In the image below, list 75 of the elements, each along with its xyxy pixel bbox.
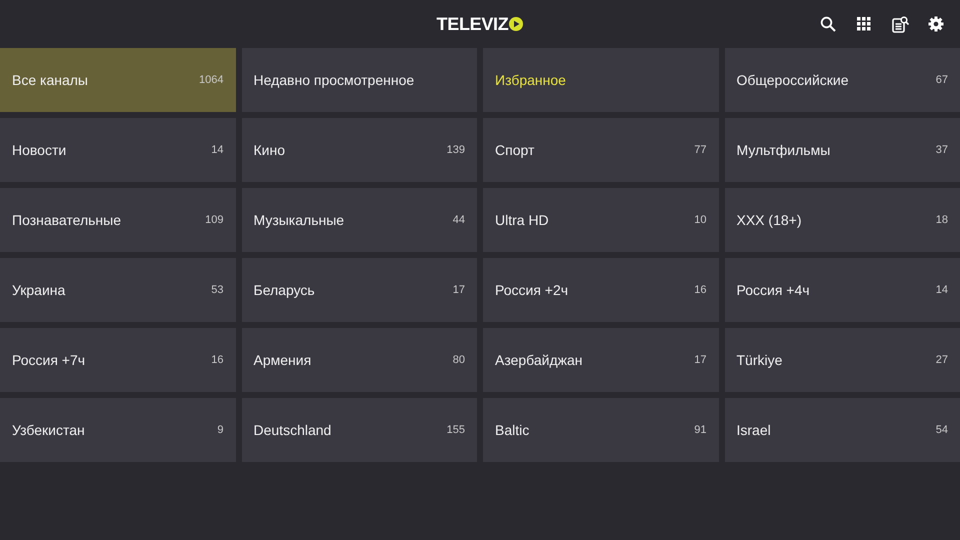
category-name: Избранное bbox=[495, 72, 566, 88]
channel-count: 77 bbox=[694, 144, 706, 156]
category-name: Познавательные bbox=[12, 212, 122, 228]
category-name: Армения bbox=[254, 352, 312, 368]
channel-count: 139 bbox=[446, 144, 465, 156]
category-name: Общероссийские bbox=[736, 72, 848, 88]
category-name: Музыкальные bbox=[254, 212, 344, 228]
category-name: Россия +2ч bbox=[495, 282, 568, 298]
category-tile[interactable]: Israel 54 bbox=[724, 398, 960, 462]
category-tile[interactable]: Ultra HD 10 bbox=[483, 188, 718, 252]
category-tile[interactable]: Deutschland 155 bbox=[242, 398, 477, 462]
category-name: Украина bbox=[12, 282, 66, 298]
category-name: Новости bbox=[12, 142, 66, 158]
channel-count: 14 bbox=[211, 144, 224, 156]
category-tile[interactable]: Мультфильмы 37 bbox=[724, 118, 960, 182]
category-tile[interactable]: Познавательные 109 bbox=[0, 188, 236, 252]
category-tile[interactable]: Все каналы 1064 bbox=[0, 48, 236, 112]
category-name: Israel bbox=[736, 422, 771, 438]
channel-count: 44 bbox=[452, 214, 465, 226]
category-tile[interactable]: Избранное bbox=[483, 48, 718, 112]
channel-count: 91 bbox=[694, 424, 706, 436]
category-name: Беларусь bbox=[254, 282, 315, 298]
channel-count: 18 bbox=[936, 214, 948, 226]
category-tile[interactable]: Беларусь 17 bbox=[242, 258, 477, 322]
category-name: Ultra HD bbox=[495, 212, 549, 228]
channel-count: 17 bbox=[694, 354, 706, 366]
channel-count: 54 bbox=[936, 424, 948, 436]
channel-count: 14 bbox=[936, 284, 948, 296]
search-icon[interactable] bbox=[818, 14, 838, 34]
category-name: Кино bbox=[254, 142, 285, 158]
category-name: Türkiye bbox=[736, 352, 782, 368]
channel-count: 9 bbox=[217, 424, 224, 436]
category-tile[interactable]: Baltic 91 bbox=[483, 398, 718, 462]
channel-count: 67 bbox=[936, 74, 948, 86]
category-name: Все каналы bbox=[12, 72, 88, 88]
category-tile[interactable]: XXX (18+) 18 bbox=[724, 188, 960, 252]
category-name: Россия +7ч bbox=[12, 352, 86, 368]
play-circle-icon bbox=[509, 17, 524, 31]
channel-count: 16 bbox=[211, 354, 224, 366]
category-tile[interactable]: Узбекистан 9 bbox=[0, 398, 236, 462]
category-tile[interactable]: Новости 14 bbox=[0, 118, 236, 182]
category-tile[interactable]: Россия +2ч 16 bbox=[483, 258, 718, 322]
category-name: Азербайджан bbox=[495, 352, 583, 368]
channel-count: 155 bbox=[446, 424, 465, 436]
channel-count: 16 bbox=[694, 284, 706, 296]
category-name: Мультфильмы bbox=[736, 142, 830, 158]
category-tile[interactable]: Спорт 77 bbox=[483, 118, 718, 182]
category-tile[interactable]: Недавно просмотренное bbox=[242, 48, 477, 112]
channel-count: 1064 bbox=[199, 74, 224, 86]
category-tile[interactable]: Азербайджан 17 bbox=[483, 328, 718, 392]
category-tile[interactable]: Украина 53 bbox=[0, 258, 236, 322]
channel-count: 80 bbox=[452, 354, 465, 366]
category-name: XXX (18+) bbox=[736, 212, 802, 228]
category-name: Baltic bbox=[495, 422, 530, 438]
category-name: Недавно просмотренное bbox=[254, 72, 414, 88]
category-tile[interactable]: Россия +7ч 16 bbox=[0, 328, 236, 392]
category-tile[interactable]: Армения 80 bbox=[242, 328, 477, 392]
category-tile[interactable]: Общероссийские 67 bbox=[724, 48, 960, 112]
category-name: Россия +4ч bbox=[736, 282, 810, 298]
category-tile[interactable]: Музыкальные 44 bbox=[242, 188, 477, 252]
channel-count: 27 bbox=[936, 354, 948, 366]
channel-count: 109 bbox=[205, 214, 224, 226]
channel-count: 17 bbox=[452, 284, 465, 296]
category-tile[interactable]: Кино 139 bbox=[242, 118, 477, 182]
category-name: Спорт bbox=[495, 142, 534, 158]
settings-icon[interactable] bbox=[926, 14, 946, 34]
document-search-icon[interactable] bbox=[890, 14, 910, 34]
logo: TELEVIZ bbox=[436, 14, 508, 34]
category-tile[interactable]: Türkiye 27 bbox=[724, 328, 960, 392]
channel-count: 53 bbox=[211, 284, 224, 296]
channel-count: 10 bbox=[694, 214, 706, 226]
category-name: Deutschland bbox=[254, 422, 332, 438]
category-name: Узбекистан bbox=[12, 422, 85, 438]
category-tile[interactable]: Россия +4ч 14 bbox=[724, 258, 960, 322]
channel-count: 37 bbox=[936, 144, 948, 156]
